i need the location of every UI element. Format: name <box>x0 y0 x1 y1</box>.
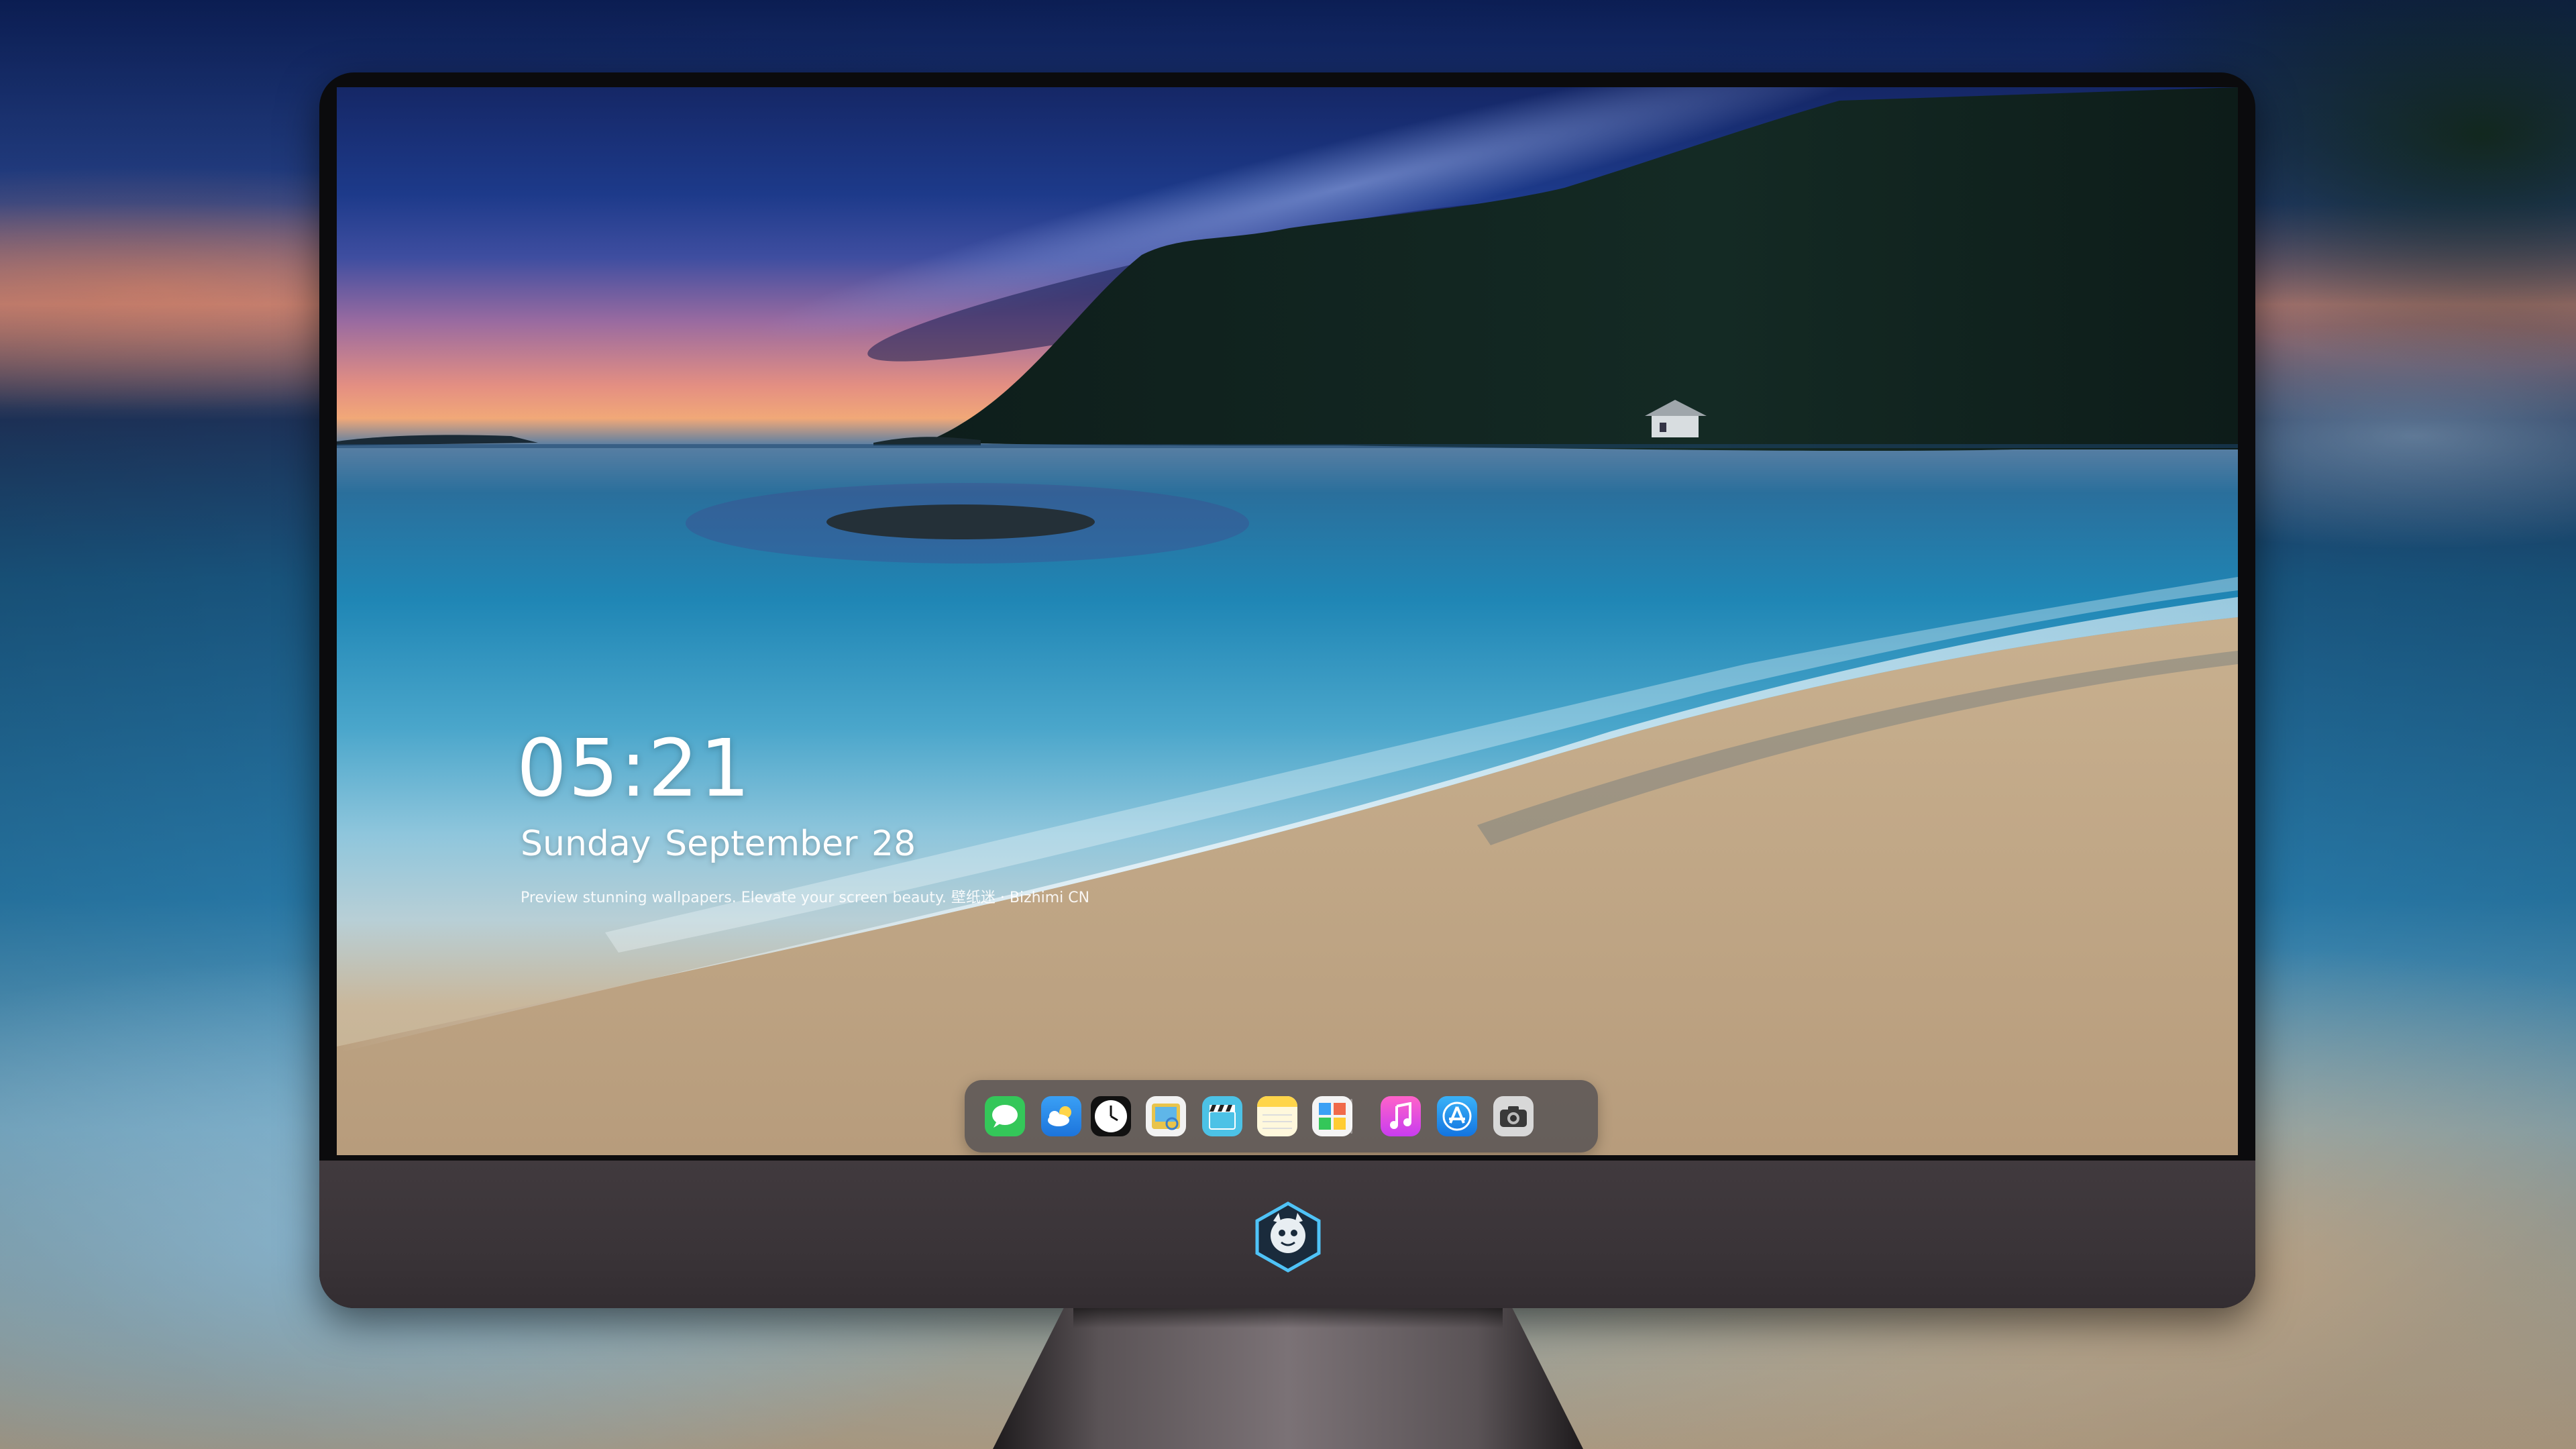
wallpaper-caption: Preview stunning wallpapers. Elevate you… <box>521 890 1090 906</box>
stand-shadow <box>1073 1308 1503 1328</box>
weather-icon[interactable] <box>1041 1096 1081 1136</box>
screen: 05:21 Sunday September 28 Preview stunni… <box>337 87 2238 1155</box>
dock <box>965 1080 1598 1152</box>
lock-clock: 05:21 <box>517 722 752 814</box>
messages-icon[interactable] <box>985 1096 1025 1136</box>
stage: 05:21 Sunday September 28 Preview stunni… <box>0 0 2576 1449</box>
app-store-icon[interactable] <box>1437 1096 1477 1136</box>
beach-wallpaper <box>337 87 2238 1155</box>
photo-grid-icon[interactable] <box>1312 1096 1352 1136</box>
lock-date: Sunday September 28 <box>521 824 916 864</box>
dock-separator <box>1350 1099 1352 1134</box>
notes-icon[interactable] <box>1257 1096 1297 1136</box>
preview-icon[interactable] <box>1146 1096 1186 1136</box>
mascot-logo-icon <box>1252 1201 1324 1273</box>
camera-icon[interactable] <box>1493 1096 1534 1136</box>
clapperboard-icon[interactable] <box>1202 1096 1242 1136</box>
monitor-stand <box>993 1308 1583 1449</box>
clock-icon[interactable] <box>1091 1096 1131 1136</box>
music-icon[interactable] <box>1381 1096 1421 1136</box>
